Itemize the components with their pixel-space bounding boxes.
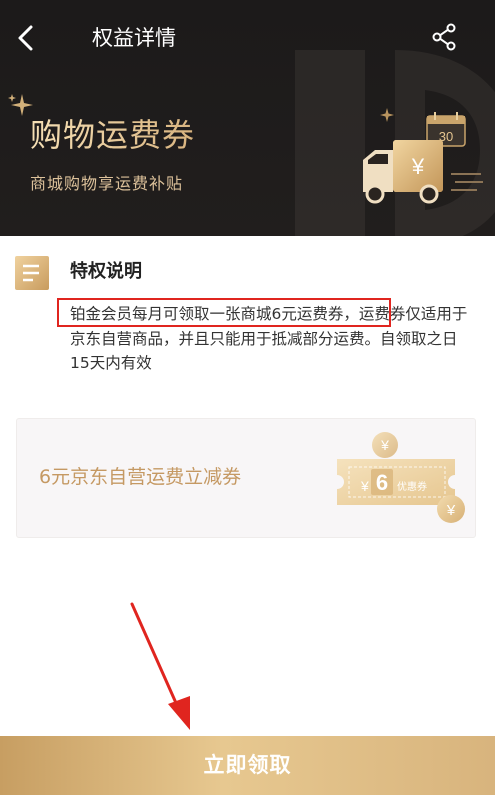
- chevron-left-icon: [18, 25, 33, 51]
- coin-symbol-top: ¥: [380, 437, 389, 453]
- share-button[interactable]: [431, 23, 457, 51]
- document-icon: [15, 256, 49, 290]
- coupon-amount: 6: [376, 470, 388, 495]
- privilege-description-highlighted: 铂金会员每月可领取一张商城6元运费券: [70, 305, 344, 323]
- claim-button-label: 立即领取: [203, 754, 292, 777]
- delivery-truck-icon: 30 ¥: [363, 112, 483, 204]
- truck-currency-symbol: ¥: [411, 154, 425, 179]
- coin-symbol-bottom: ¥: [446, 502, 456, 519]
- claim-button[interactable]: 立即领取: [0, 736, 495, 795]
- privilege-description: 铂金会员每月可领取一张商城6元运费券，运费券仅适用于京东自营商品，并且只能用于抵…: [70, 302, 475, 376]
- privilege-section-title: 特权说明: [70, 261, 142, 282]
- coupon-ticket-icon: ¥ ¥ 6 优惠券 ¥: [337, 432, 465, 523]
- coupon-label: 优惠券: [397, 480, 427, 493]
- coupon-card: 6元京东自营运费立减券 ¥ ¥ 6 优惠券 ¥: [16, 418, 476, 538]
- share-icon: [432, 23, 456, 51]
- header-banner: 权益详情 购物运费券 商城购物享运费补贴 30 ¥: [0, 0, 495, 236]
- coupon-title: 6元京东自营运费立减券: [39, 466, 242, 488]
- annotation-arrow-icon: [130, 602, 190, 730]
- page-title: 权益详情: [92, 26, 176, 50]
- back-button[interactable]: [12, 20, 42, 56]
- banner-title: 购物运费券: [30, 112, 195, 158]
- banner-subtitle: 商城购物享运费补贴: [30, 174, 184, 193]
- coupon-currency: ¥: [360, 478, 369, 494]
